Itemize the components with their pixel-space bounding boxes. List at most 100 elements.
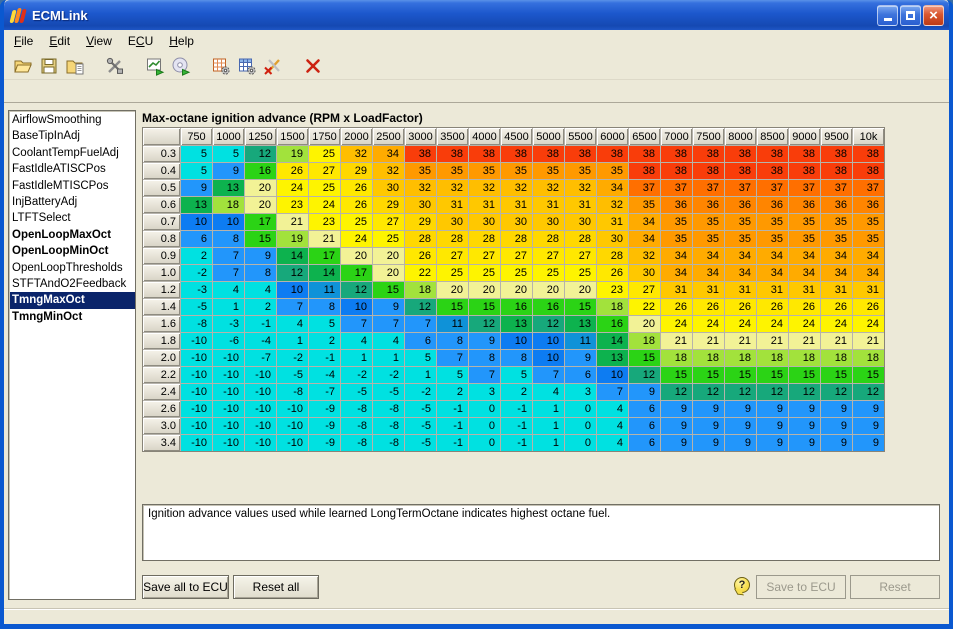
table-cell[interactable]: 34 xyxy=(821,248,852,264)
table-cell[interactable]: 9 xyxy=(757,401,788,417)
table-cell[interactable]: 15 xyxy=(693,367,724,383)
table-cell[interactable]: 12 xyxy=(629,367,660,383)
table-cell[interactable]: 27 xyxy=(501,248,532,264)
sidebar-item-airflowsmoothing[interactable]: AirflowSmoothing xyxy=(10,112,135,128)
table-cell[interactable]: 9 xyxy=(789,401,820,417)
table-cell[interactable]: 12 xyxy=(469,316,500,332)
table-cell[interactable]: 38 xyxy=(725,146,756,162)
row-header-1-2[interactable]: 1.2 xyxy=(143,282,180,298)
table-cell[interactable]: 12 xyxy=(725,384,756,400)
table-cell[interactable]: 9 xyxy=(789,418,820,434)
table-cell[interactable]: 36 xyxy=(789,197,820,213)
table-cell[interactable]: 38 xyxy=(661,146,692,162)
table-cell[interactable]: 12 xyxy=(533,316,564,332)
table-cell[interactable]: 26 xyxy=(821,299,852,315)
table-cell[interactable]: 35 xyxy=(725,214,756,230)
table-cell[interactable]: 13 xyxy=(181,197,212,213)
table-cell[interactable]: 11 xyxy=(565,333,596,349)
clear-tools-icon[interactable] xyxy=(260,54,286,78)
table-cell[interactable]: 20 xyxy=(373,265,404,281)
table-cell[interactable]: 8 xyxy=(501,350,532,366)
table-cell[interactable]: 38 xyxy=(853,163,884,179)
col-header-6000[interactable]: 6000 xyxy=(597,128,628,145)
table-cell[interactable]: -10 xyxy=(213,435,244,451)
table-cell[interactable]: -10 xyxy=(213,384,244,400)
table-cell[interactable]: 5 xyxy=(309,316,340,332)
table-cell[interactable]: 9 xyxy=(853,435,884,451)
table-cell[interactable]: 10 xyxy=(213,214,244,230)
col-header-10k[interactable]: 10k xyxy=(853,128,884,145)
table-cell[interactable]: 26 xyxy=(789,299,820,315)
table-cell[interactable]: 35 xyxy=(821,231,852,247)
table-cell[interactable]: 32 xyxy=(629,248,660,264)
table-cell[interactable]: -6 xyxy=(213,333,244,349)
table-cell[interactable]: 38 xyxy=(533,146,564,162)
table-cell[interactable]: 22 xyxy=(629,299,660,315)
table-cell[interactable]: 38 xyxy=(469,146,500,162)
table-cell[interactable]: 20 xyxy=(501,282,532,298)
row-header-2-4[interactable]: 2.4 xyxy=(143,384,180,400)
export-graph-icon[interactable] xyxy=(142,54,168,78)
table-cell[interactable]: 1 xyxy=(213,299,244,315)
table-cell[interactable]: 1 xyxy=(277,333,308,349)
table-cell[interactable]: 31 xyxy=(501,197,532,213)
table-cell[interactable]: 7 xyxy=(341,316,372,332)
table-cell[interactable]: 31 xyxy=(693,282,724,298)
table-cell[interactable]: 8 xyxy=(469,350,500,366)
table-cell[interactable]: 31 xyxy=(565,197,596,213)
col-header-5500[interactable]: 5500 xyxy=(565,128,596,145)
table-cell[interactable]: 9 xyxy=(853,418,884,434)
table-cell[interactable]: 36 xyxy=(757,197,788,213)
table-cell[interactable]: 27 xyxy=(565,248,596,264)
col-header-9000[interactable]: 9000 xyxy=(789,128,820,145)
table-cell[interactable]: 35 xyxy=(725,231,756,247)
table-cell[interactable]: 28 xyxy=(405,231,436,247)
menu-ecu[interactable]: ECU xyxy=(120,32,161,51)
table-cell[interactable]: 4 xyxy=(213,282,244,298)
table-cell[interactable]: 10 xyxy=(341,299,372,315)
table-cell[interactable]: 9 xyxy=(661,401,692,417)
table-cell[interactable]: 35 xyxy=(501,163,532,179)
table-cell[interactable]: 35 xyxy=(789,214,820,230)
sidebar-item-tmngmaxoct[interactable]: TmngMaxOct xyxy=(10,292,135,308)
table-cell[interactable]: 20 xyxy=(565,282,596,298)
table-cell[interactable]: 15 xyxy=(373,282,404,298)
table-cell[interactable]: 18 xyxy=(661,350,692,366)
row-header-1-6[interactable]: 1.6 xyxy=(143,316,180,332)
table-cell[interactable]: 38 xyxy=(629,163,660,179)
table-cell[interactable]: -10 xyxy=(181,384,212,400)
table-cell[interactable]: 38 xyxy=(757,163,788,179)
table-cell[interactable]: -1 xyxy=(309,350,340,366)
table-cell[interactable]: 20 xyxy=(533,282,564,298)
table-cell[interactable]: 35 xyxy=(853,214,884,230)
table-cell[interactable]: 38 xyxy=(821,163,852,179)
table-cell[interactable]: 24 xyxy=(661,316,692,332)
table-cell[interactable]: 9 xyxy=(373,299,404,315)
table-cell[interactable]: 9 xyxy=(725,418,756,434)
table-cell[interactable]: 36 xyxy=(725,197,756,213)
table-cell[interactable]: 9 xyxy=(213,163,244,179)
table-cell[interactable]: 30 xyxy=(469,214,500,230)
table-cell[interactable]: -2 xyxy=(405,384,436,400)
table-cell[interactable]: 36 xyxy=(661,197,692,213)
table-cell[interactable]: 7 xyxy=(213,248,244,264)
table-cell[interactable]: 6 xyxy=(629,435,660,451)
table-cell[interactable]: 38 xyxy=(789,163,820,179)
table-cell[interactable]: 16 xyxy=(597,316,628,332)
table-cell[interactable]: 32 xyxy=(405,180,436,196)
table-cell[interactable]: 15 xyxy=(853,367,884,383)
save-to-ecu-button[interactable]: Save to ECU xyxy=(756,575,846,599)
table-cell[interactable]: 24 xyxy=(341,231,372,247)
table-cell[interactable]: 31 xyxy=(661,282,692,298)
table-cell[interactable]: 17 xyxy=(245,214,276,230)
table-cell[interactable]: 1 xyxy=(373,350,404,366)
col-header-1000[interactable]: 1000 xyxy=(213,128,244,145)
table-cell[interactable]: -1 xyxy=(245,316,276,332)
table-cell[interactable]: 23 xyxy=(309,214,340,230)
table-cell[interactable]: 14 xyxy=(277,248,308,264)
table-cell[interactable]: 18 xyxy=(725,350,756,366)
table-cell[interactable]: 8 xyxy=(437,333,468,349)
table-cell[interactable]: 31 xyxy=(597,214,628,230)
table-cell[interactable]: 30 xyxy=(405,197,436,213)
table-cell[interactable]: 34 xyxy=(789,248,820,264)
